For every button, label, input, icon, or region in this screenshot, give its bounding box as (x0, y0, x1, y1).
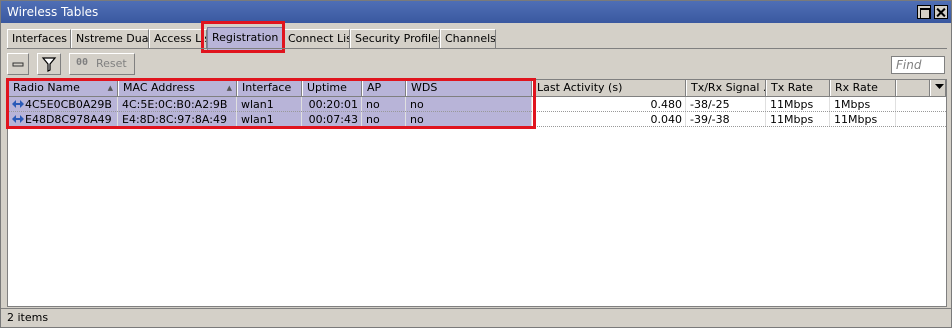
minus-icon (12, 62, 24, 67)
col-tx-rate[interactable]: Tx Rate (766, 80, 830, 96)
sort-ascending-icon: ▲ (226, 84, 232, 92)
window-title: Wireless Tables (7, 5, 99, 19)
col-signal[interactable]: Tx/Rx Signal ... (686, 80, 766, 96)
col-radio-name[interactable]: Radio Name ▲ (8, 80, 118, 96)
cell-uptime: 00:20:01 (302, 97, 362, 112)
wireless-tables-window: Wireless Tables Interfaces Nstreme Dual … (0, 0, 952, 328)
cell-ap: no (362, 97, 406, 112)
col-wds[interactable]: WDS (406, 80, 532, 96)
cell-tx-rate: 11Mbps (766, 112, 830, 127)
col-ap[interactable]: AP (362, 80, 406, 96)
reset-label: Reset (96, 57, 127, 70)
cell-mac-address: E4:8D:8C:97:8A:49 (118, 112, 237, 127)
registration-table: Radio Name ▲ MAC Address ▲ Interface Upt… (7, 79, 947, 307)
tab-security-profiles[interactable]: Security Profiles (350, 29, 440, 49)
tab-interfaces[interactable]: Interfaces (7, 29, 71, 49)
col-mac-address[interactable]: MAC Address ▲ (118, 80, 237, 96)
window-titlebar[interactable]: Wireless Tables (1, 1, 951, 23)
cell-tx-rate: 11Mbps (766, 97, 830, 112)
column-menu-button[interactable] (930, 80, 946, 96)
tab-nstreme-dual[interactable]: Nstreme Dual (71, 29, 149, 49)
cell-rx-rate: 1Mbps (830, 97, 896, 112)
col-interface[interactable]: Interface (237, 80, 302, 96)
cell-ap: no (362, 112, 406, 127)
cell-radio-name: E48D8C978A49 (8, 112, 118, 127)
tab-connect-list[interactable]: Connect List (283, 29, 350, 49)
table-row[interactable]: E48D8C978A49 E4:8D:8C:97:8A:49 wlan1 00:… (8, 112, 946, 127)
cell-mac-address: 4C:5E:0C:B0:A2:9B (118, 97, 237, 112)
row-divider (8, 126, 946, 127)
table-header: Radio Name ▲ MAC Address ▲ Interface Upt… (8, 80, 946, 97)
wireless-client-icon (12, 100, 24, 108)
tab-channels[interactable]: Channels (440, 29, 496, 49)
close-icon[interactable] (934, 5, 948, 19)
cell-wds: no (406, 97, 532, 112)
cell-uptime: 00:07:43 (302, 112, 362, 127)
remove-button[interactable] (7, 53, 29, 75)
find-input[interactable]: Find (891, 56, 945, 74)
table-row[interactable]: 4C5E0CB0A29B 4C:5E:0C:B0:A2:9B wlan1 00:… (8, 97, 946, 112)
sort-ascending-icon: ▲ (107, 84, 113, 92)
wireless-client-icon (12, 115, 24, 123)
cell-interface: wlan1 (237, 97, 302, 112)
cell-last-activity: 0.480 (532, 97, 686, 112)
filter-icon (41, 57, 57, 72)
col-extra (896, 80, 930, 96)
radio-name-text: 4C5E0CB0A29B (25, 98, 112, 111)
cell-signal: -39/-38 (686, 112, 766, 127)
radio-name-text: E48D8C978A49 (25, 113, 112, 126)
col-rx-rate[interactable]: Rx Rate (830, 80, 896, 96)
cell-interface: wlan1 (237, 112, 302, 127)
filter-button[interactable] (37, 53, 61, 75)
col-mac-address-label: MAC Address (123, 81, 195, 94)
cell-last-activity: 0.040 (532, 112, 686, 127)
tab-divider (7, 48, 947, 49)
tab-access-list[interactable]: Access List (149, 29, 207, 49)
cell-wds: no (406, 112, 532, 127)
reset-counter-icon: 00 (76, 57, 89, 68)
status-bar: 2 items (1, 308, 951, 327)
col-radio-name-label: Radio Name (13, 81, 80, 94)
col-last-activity[interactable]: Last Activity (s) (532, 80, 686, 96)
col-uptime[interactable]: Uptime (302, 80, 362, 96)
item-count: 2 items (7, 311, 49, 324)
reset-button[interactable]: 00 Reset (69, 53, 135, 75)
cell-signal: -38/-25 (686, 97, 766, 112)
cell-rx-rate: 11Mbps (830, 112, 896, 127)
cell-radio-name: 4C5E0CB0A29B (8, 97, 118, 112)
dropdown-arrow-icon (935, 84, 944, 89)
maximize-icon[interactable] (917, 5, 931, 19)
